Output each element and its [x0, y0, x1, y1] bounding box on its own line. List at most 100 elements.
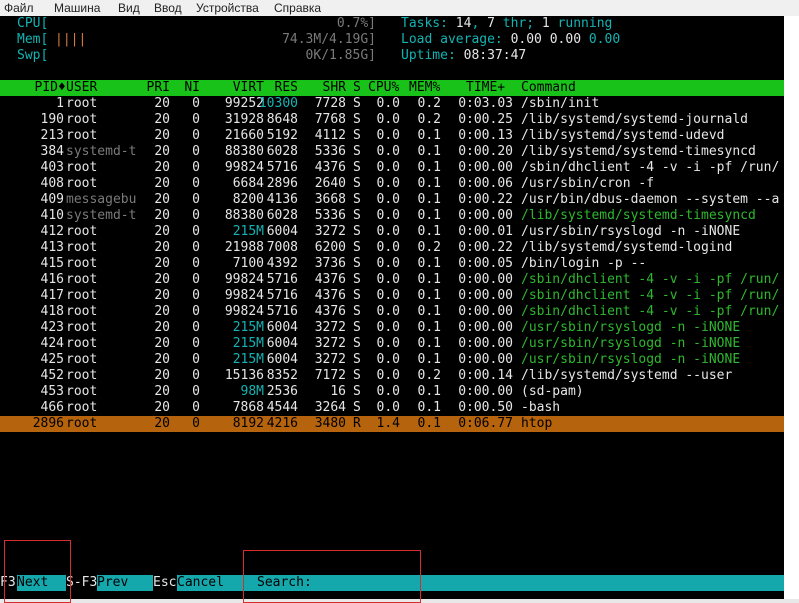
cell-mem: 0.1 — [417, 176, 441, 191]
cell-shr: 3736 — [314, 256, 346, 271]
cell-shr: 4112 — [314, 128, 346, 143]
process-row[interactable]: 190 root 20 0 31928 8648 7768 S 0.0 0.2 0:00.25/li… — [0, 112, 784, 128]
process-row[interactable]: 409 messagebu 20 0 8200 4136 3668 S 0.0 0.1 0:00.2… — [0, 192, 784, 208]
pid-header[interactable]: PID — [0, 80, 58, 96]
prev-button[interactable]: Prev — [97, 575, 153, 591]
menu-machine[interactable]: Машина — [54, 1, 100, 15]
cell-ni: 0 — [192, 224, 200, 239]
cell-time: 0:00.05 — [458, 256, 513, 271]
cell-mem: 0.1 — [417, 160, 441, 175]
process-row[interactable]: 452 root 20 0 15136 8352 7172 S 0.0 0.2 0:00.14/li… — [0, 368, 784, 384]
search-field[interactable]: Search: — [249, 575, 784, 591]
cell-user: systemd-t — [66, 208, 137, 223]
virt-header[interactable]: VIRT — [205, 80, 264, 96]
cell-cpu: 0.0 — [376, 304, 400, 319]
process-row[interactable]: 453 root 20 0 98M 2536 16 S 0.0 0.1 0:00.00 (sd-pam… — [0, 384, 784, 400]
process-row[interactable]: 412 root 20 0 215M 6004 3272 S 0.0 0.1 0:00.01/usr… — [0, 224, 784, 240]
time-header[interactable]: TIME+ — [466, 80, 505, 96]
cell-cmd: /usr/sbin/rsyslogd -n -iNONE — [521, 320, 741, 335]
cell-virt: 215M — [232, 320, 264, 335]
cell-mem: 0.1 — [417, 208, 441, 223]
process-row[interactable]: 1 root 20 0 99252 10300 7728 S 0.0 0.2 0:03.03/sbi… — [0, 96, 784, 112]
cell-ni: 0 — [192, 208, 200, 223]
process-row[interactable]: 417 root 20 0 99824 5716 4376 S 0.0 0.1 0:00.00/sb… — [0, 288, 784, 304]
cell-shr: 4376 — [314, 288, 346, 303]
process-row[interactable]: 424 root 20 0 215M 6004 3272 S 0.0 0.1 0:00.00/usr… — [0, 336, 784, 352]
process-row[interactable]: 410 systemd-t 20 0 88380 6028 5336 S 0.0 0.1 0:00.… — [0, 208, 784, 224]
cell-ni: 0 — [192, 320, 200, 335]
cell-virt: 88380 — [224, 208, 264, 223]
cell-cpu: 0.0 — [376, 192, 400, 207]
process-row[interactable]: 418 root 20 0 99824 5716 4376 S 0.0 0.1 0:00.00/sb… — [0, 304, 784, 320]
process-row[interactable]: 415 root 20 0 7100 4392 3736 S 0.0 0.1 0:00.05/bin… — [0, 256, 784, 272]
cell-pid: 423 — [40, 320, 64, 335]
process-row[interactable]: 425 root 20 0 215M 6004 3272 S 0.0 0.1 0:00.00/usr… — [0, 352, 784, 368]
cell-s: S — [353, 336, 361, 351]
cpu-meter: CPU[ 0.7%] — [0, 16, 784, 32]
cell-s: S — [353, 304, 361, 319]
vertical-scrollbar[interactable] — [784, 16, 799, 603]
cell-s: S — [353, 400, 361, 415]
cell-time: 0:00.01 — [458, 224, 513, 239]
ni-header[interactable]: NI — [176, 80, 200, 96]
cell-mem: 0.1 — [417, 256, 441, 271]
pri-header[interactable]: PRI — [140, 80, 170, 96]
cell-time: 0:00.00 — [458, 336, 513, 351]
menu-devices[interactable]: Устройства — [196, 1, 259, 15]
process-row[interactable]: 416 root 20 0 99824 5716 4376 S 0.0 0.1 0:00.00/sb… — [0, 272, 784, 288]
command-header[interactable]: Command — [521, 80, 576, 96]
cell-time: 0:00.00 — [458, 352, 513, 367]
mem-header[interactable]: MEM% — [409, 80, 440, 96]
cell-cpu: 0.0 — [376, 368, 400, 383]
cpu-header[interactable]: CPU% — [368, 80, 399, 96]
cell-cpu: 0.0 — [376, 208, 400, 223]
menu-help[interactable]: Справка — [274, 1, 321, 15]
cell-user: root — [66, 96, 98, 111]
cell-pri: 20 — [154, 240, 170, 255]
cell-user: root — [66, 224, 98, 239]
cell-mem: 0.1 — [417, 224, 441, 239]
menu-view[interactable]: Вид — [118, 1, 140, 15]
state-header[interactable]: S — [353, 80, 361, 96]
cell-user: root — [66, 240, 98, 255]
cell-ni: 0 — [192, 128, 200, 143]
cell-pri: 20 — [154, 272, 170, 287]
cancel-button[interactable]: Cancel — [177, 575, 233, 591]
menu-input[interactable]: Ввод — [154, 1, 182, 15]
cell-cmd: /sbin/dhclient -4 -v -i -pf /run/ — [521, 304, 780, 319]
process-row[interactable]: 213 root 20 0 21660 5192 4112 S 0.0 0.1 0:00.13/li… — [0, 128, 784, 144]
cell-cpu: 0.0 — [376, 128, 400, 143]
cell-user: root — [66, 272, 98, 287]
next-button[interactable]: Next — [17, 575, 66, 591]
res-header[interactable]: RES — [258, 80, 298, 96]
cell-virt: 215M — [232, 352, 264, 367]
cell-mem: 0.1 — [417, 304, 441, 319]
process-row[interactable]: 423 root 20 0 215M 6004 3272 S 0.0 0.1 0:00.00/usr… — [0, 320, 784, 336]
cell-pri: 20 — [154, 400, 170, 415]
menu-file[interactable]: Файл — [4, 1, 34, 15]
cell-pri: 20 — [154, 176, 170, 191]
cell-res: 4392 — [266, 256, 298, 271]
process-row-selected[interactable]: 2896 root 20 0 8192 4216 3480 R 1.4 0.1 0:06.77 hto… — [0, 416, 784, 432]
cell-mem: 0.1 — [417, 320, 441, 335]
cell-time: 0:00.06 — [458, 176, 513, 191]
cell-res: 8352 — [266, 368, 298, 383]
process-row[interactable]: 413 root 20 0 21988 7008 6200 S 0.0 0.2 0:00.22/li… — [0, 240, 784, 256]
prev-key: S-F3 — [66, 575, 98, 591]
cell-pri: 20 — [154, 208, 170, 223]
user-header[interactable]: USER — [66, 80, 97, 96]
terminal-screen[interactable]: CPU[ 0.7%] Mem[ |||| 74.3M/4.19G] Swp[ 0… — [0, 16, 784, 603]
process-row[interactable]: 384 systemd-t 20 0 88380 6028 5336 S 0.0 0.1 0:00.… — [0, 144, 784, 160]
cell-cmd: /usr/bin/dbus-daemon --system --a — [521, 192, 780, 207]
cell-mem: 0.1 — [417, 416, 441, 431]
cell-pri: 20 — [154, 288, 170, 303]
cell-mem: 0.1 — [417, 128, 441, 143]
cell-shr: 6200 — [314, 240, 346, 255]
shr-header[interactable]: SHR — [304, 80, 346, 96]
process-row[interactable]: 466 root 20 0 7868 4544 3264 S 0.0 0.1 0:00.50 -bas… — [0, 400, 784, 416]
cell-s: S — [353, 320, 361, 335]
process-row[interactable]: 408 root 20 0 6684 2896 2640 S 0.0 0.1 0:00.06/usr… — [0, 176, 784, 192]
cell-shr: 16 — [330, 384, 346, 399]
process-row[interactable]: 403 root 20 0 99824 5716 4376 S 0.0 0.1 0:00.00/sb… — [0, 160, 784, 176]
cell-res: 4216 — [266, 416, 298, 431]
